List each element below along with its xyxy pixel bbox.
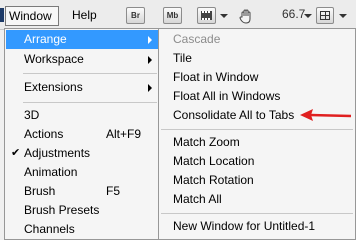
window-menu: Arrange Workspace Extensions 3D Actions … (4, 28, 160, 240)
menu-window[interactable]: Window (5, 6, 59, 26)
submenu-item-float-in-window[interactable]: Float in Window (173, 68, 353, 87)
menu-item-brush-presets[interactable]: Brush Presets (6, 201, 158, 220)
menu-separator (23, 102, 157, 103)
menu-help[interactable]: Help (69, 6, 101, 26)
chevron-down-icon[interactable] (220, 14, 228, 18)
menu-separator (23, 73, 157, 74)
menu-item-brush[interactable]: Brush F5 (6, 182, 158, 201)
layout-dropdown-chevron-icon[interactable] (339, 14, 347, 18)
submenu-item-match-all[interactable]: Match All (173, 190, 353, 209)
submenu-item-match-location[interactable]: Match Location (173, 152, 353, 171)
menu-separator (161, 129, 353, 130)
red-arrow-icon (300, 109, 352, 121)
submenu-item-cascade: Cascade (173, 32, 221, 46)
menu-item-shortcut: F5 (106, 184, 121, 198)
submenu-item-new-window[interactable]: New Window for Untitled-1 (173, 217, 353, 236)
menu-item-label: Actions (24, 127, 64, 141)
menu-item-label: 3D (24, 108, 40, 122)
zoom-dropdown-chevron-icon[interactable] (304, 14, 312, 18)
hand-tool-icon[interactable] (238, 8, 254, 24)
film-strip-icon (201, 11, 212, 20)
layout-grid-icon (320, 11, 330, 20)
submenu-item-tile[interactable]: Tile (173, 49, 353, 68)
menu-item-label: Brush (24, 184, 56, 198)
view-extras-button[interactable] (197, 7, 216, 24)
submenu-arrow-icon (148, 84, 152, 92)
menu-item-adjustments[interactable]: ✔ Adjustments (6, 144, 158, 163)
menu-item-channels[interactable]: Channels (6, 220, 158, 239)
bridge-button[interactable]: Br (126, 7, 145, 24)
menu-item-actions[interactable]: Actions Alt+F9 (6, 125, 158, 144)
menu-item-shortcut: Alt+F9 (106, 127, 142, 141)
menu-separator (161, 213, 353, 214)
menu-item-animation[interactable]: Animation (6, 163, 158, 182)
submenu-item-match-zoom[interactable]: Match Zoom (173, 133, 353, 152)
menu-toolbar: Window Help Br Mb 66.7 (0, 0, 356, 30)
menu-item-3d[interactable]: 3D (6, 106, 158, 125)
menu-item-label: Brush Presets (24, 203, 100, 217)
photoshop-logo-icon (0, 8, 4, 22)
mini-bridge-button[interactable]: Mb (163, 7, 182, 24)
arrange-documents-button[interactable] (316, 7, 334, 24)
submenu-item-float-all-in-windows[interactable]: Float All in Windows (173, 87, 353, 106)
menu-item-label: Arrange (24, 32, 67, 46)
submenu-item-match-rotation[interactable]: Match Rotation (173, 171, 353, 190)
menu-item-label: Animation (24, 165, 78, 179)
zoom-level[interactable]: 66.7 (282, 7, 305, 21)
checkmark-icon: ✔ (11, 147, 21, 159)
menu-item-label: Adjustments (24, 146, 91, 160)
arrange-submenu: Cascade Tile Float in Window Float All i… (158, 28, 356, 240)
submenu-arrow-icon (148, 36, 152, 44)
menu-item-label: Extensions (24, 80, 83, 94)
menu-item-label: Channels (24, 222, 75, 236)
menu-item-workspace[interactable]: Workspace (6, 50, 158, 69)
menu-item-arrange[interactable]: Arrange (6, 30, 158, 49)
menu-item-extensions[interactable]: Extensions (6, 78, 158, 97)
menu-item-label: Workspace (24, 52, 84, 66)
submenu-arrow-icon (148, 56, 152, 64)
